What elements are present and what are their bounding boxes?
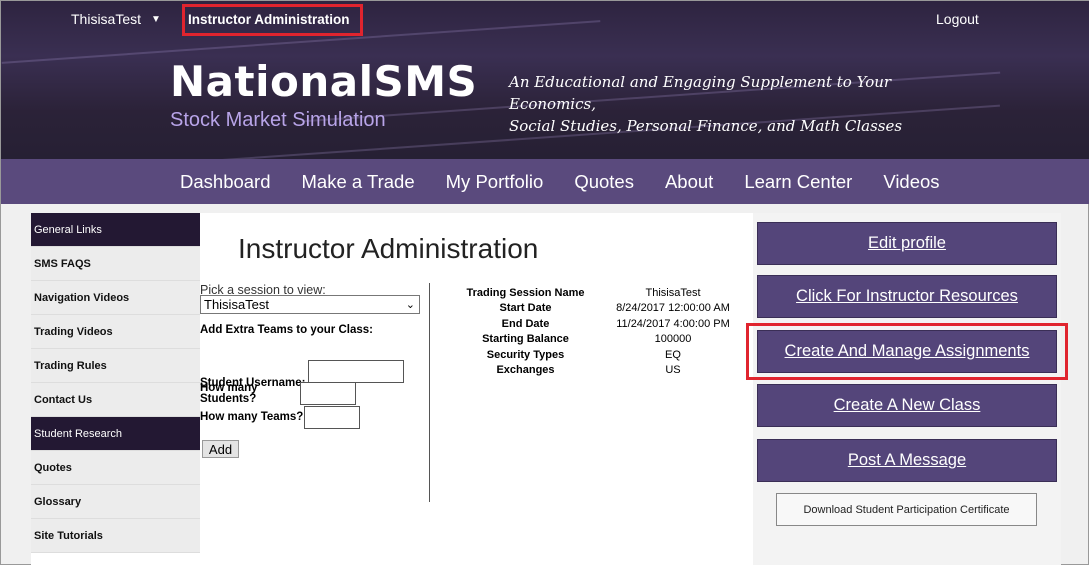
download-certificate-button[interactable]: Download Student Participation Certifica… (776, 493, 1037, 526)
sidebar-item-sms-faqs[interactable]: SMS FAQS (31, 247, 200, 281)
session-detail-row: Starting Balance 100000 (458, 332, 753, 348)
user-menu[interactable]: ThisisaTest ▼ (71, 11, 161, 27)
nav-my-portfolio[interactable]: My Portfolio (446, 171, 544, 193)
nav-dashboard[interactable]: Dashboard (180, 171, 271, 193)
session-details: Trading Session Name ThisisaTest Start D… (458, 285, 753, 378)
tagline: An Educational and Engaging Supplement t… (509, 71, 969, 137)
session-detail-row: Trading Session Name ThisisaTest (458, 285, 753, 301)
brand-subtitle: Stock Market Simulation (170, 109, 386, 131)
page-title: Instructor Administration (238, 233, 539, 264)
session-detail-key: Starting Balance (482, 333, 569, 346)
nav-make-a-trade[interactable]: Make a Trade (302, 171, 415, 193)
session-detail-value: 100000 (654, 333, 692, 346)
session-detail-value: US (665, 364, 681, 377)
main-content: Instructor Administration Pick a session… (200, 213, 753, 565)
how-many-students-label-line-2: Students? (200, 393, 257, 405)
session-detail-key: Start Date (499, 302, 552, 315)
divider (429, 283, 430, 502)
post-message-button[interactable]: Post A Message (757, 439, 1057, 482)
sidebar-item-trading-videos[interactable]: Trading Videos (31, 315, 200, 349)
session-detail-row: Security Types EQ (458, 347, 753, 363)
caret-down-icon: ▼ (151, 13, 161, 25)
edit-profile-button[interactable]: Edit profile (757, 222, 1057, 265)
session-select[interactable]: ThisisaTest ⌄ (200, 295, 420, 314)
manage-assignments-button[interactable]: Create And Manage Assignments (757, 330, 1057, 373)
session-detail-row: Start Date 8/24/2017 12:00:00 AM (458, 301, 753, 317)
sidebar-section-student-research: Student Research (31, 417, 200, 451)
sidebar-item-trading-rules[interactable]: Trading Rules (31, 349, 200, 383)
sidebar-item-site-tutorials[interactable]: Site Tutorials (31, 519, 200, 553)
username-label: ThisisaTest (71, 11, 142, 27)
student-username-input[interactable] (308, 360, 404, 383)
add-button[interactable]: Add (202, 440, 239, 458)
session-detail-key: Exchanges (496, 364, 555, 377)
logout-link[interactable]: Logout (936, 11, 979, 27)
how-many-teams-input[interactable] (304, 406, 360, 429)
brand-logo-text[interactable]: NationalSMS (170, 57, 477, 106)
nav-videos[interactable]: Videos (883, 171, 939, 193)
session-detail-value: ThisisaTest (645, 286, 701, 299)
main-navigation: Dashboard Make a Trade My Portfolio Quot… (1, 159, 1089, 204)
tagline-line-1: An Educational and Engaging Supplement t… (509, 73, 892, 113)
create-class-button[interactable]: Create A New Class (757, 384, 1057, 427)
session-detail-row: Exchanges US (458, 363, 753, 379)
sidebar-item-navigation-videos[interactable]: Navigation Videos (31, 281, 200, 315)
session-detail-value: 8/24/2017 12:00:00 AM (616, 302, 730, 315)
instructor-resources-button[interactable]: Click For Instructor Resources (757, 275, 1057, 318)
session-select-value: ThisisaTest (204, 297, 270, 312)
how-many-students-input[interactable] (300, 382, 356, 405)
tagline-line-2: Social Studies, Personal Finance, and Ma… (509, 117, 903, 135)
sidebar-item-contact-us[interactable]: Contact Us (31, 383, 200, 417)
site-header: ThisisaTest ▼ Instructor Administration … (1, 1, 1089, 159)
session-detail-value: EQ (665, 348, 681, 361)
nav-about[interactable]: About (665, 171, 713, 193)
how-many-teams-label: How many Teams? (200, 411, 304, 423)
chevron-down-icon: ⌄ (405, 299, 415, 311)
nav-learn-center[interactable]: Learn Center (744, 171, 852, 193)
instructor-actions-panel: Edit profile Click For Instructor Resour… (746, 213, 1068, 565)
sidebar-item-glossary[interactable]: Glossary (31, 485, 200, 519)
session-detail-value: 11/24/2017 4:00:00 PM (616, 317, 730, 330)
how-many-students-label: How many Students? (200, 382, 258, 405)
sidebar-section-general-links: General Links (31, 213, 200, 247)
session-detail-key: Security Types (486, 348, 565, 361)
nav-quotes[interactable]: Quotes (574, 171, 634, 193)
sidebar-item-quotes[interactable]: Quotes (31, 451, 200, 485)
session-detail-row: End Date 11/24/2017 4:00:00 PM (458, 316, 753, 332)
session-detail-key: End Date (501, 317, 550, 330)
sidebar: General Links SMS FAQS Navigation Videos… (31, 213, 200, 565)
instructor-administration-link[interactable]: Instructor Administration (182, 4, 363, 36)
extra-teams-heading: Add Extra Teams to your Class: (200, 324, 373, 336)
session-detail-key: Trading Session Name (466, 286, 585, 299)
